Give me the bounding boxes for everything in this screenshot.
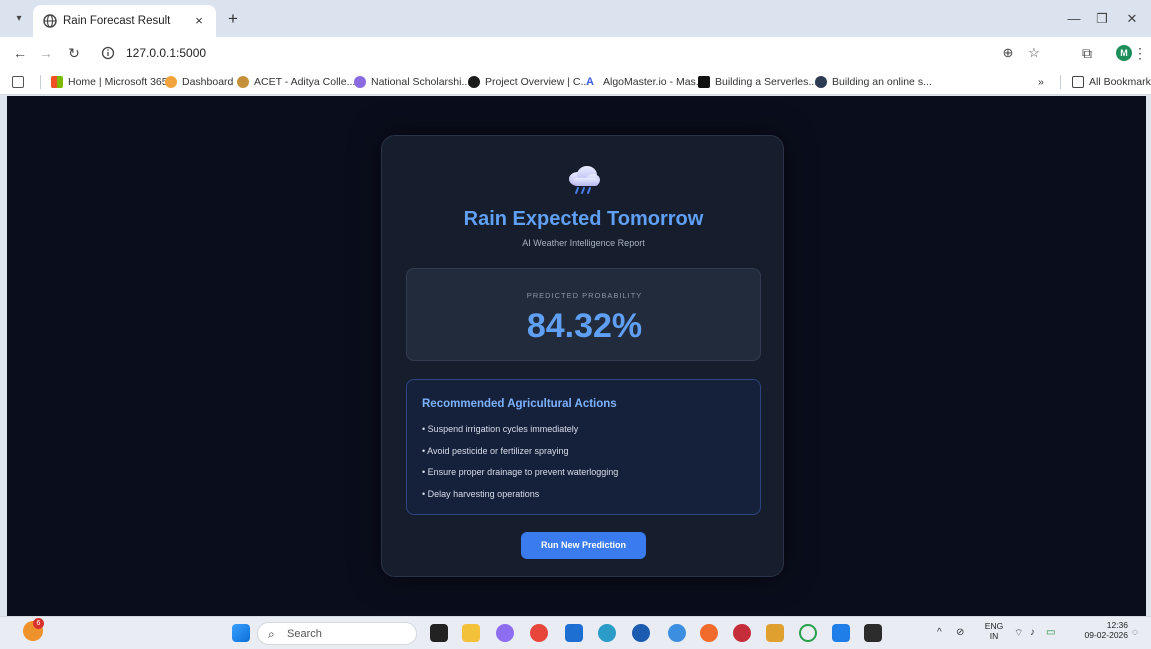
bookmarks-bar: Home | Microsoft 365 Dashboard ACET - Ad…	[0, 69, 1151, 95]
restore-icon[interactable]: ❐	[1090, 8, 1114, 30]
globe-icon	[43, 14, 57, 28]
notification-bell-icon[interactable]: ◌	[1132, 627, 1138, 638]
site-info-icon[interactable]	[100, 45, 116, 61]
browser-toolbar: ← → ↻ 127.0.0.1:5000 ⊕ ☆ ⧉ M ⋮	[0, 37, 1151, 69]
tab-search-chevron-icon[interactable]: ▾	[9, 9, 29, 29]
windows-taskbar: 6 ⌕ Search ^ ⊘ ENG IN ⌔ ♪ ▭ 12:36 09-02-…	[0, 616, 1151, 649]
profile-avatar[interactable]: M	[1116, 45, 1132, 61]
probability-value: 84.32%	[526, 307, 643, 345]
bookmark-divider	[1060, 75, 1061, 89]
weather-widget-icon[interactable]: 6	[23, 618, 44, 641]
page-subtitle: AI Weather Intelligence Report	[522, 238, 645, 248]
apps-grid-icon[interactable]	[12, 74, 29, 90]
wifi-icon[interactable]: ⌔	[1014, 627, 1023, 640]
battery-icon[interactable]: ▭	[1046, 627, 1055, 638]
list-item: • Ensure proper drainage to prevent wate…	[422, 467, 619, 477]
all-bookmarks[interactable]: All Bookmarks	[1072, 74, 1151, 90]
bookmark-star-icon[interactable]: ☆	[1024, 43, 1044, 63]
skype-icon[interactable]	[668, 624, 686, 642]
dashboard-icon	[165, 76, 177, 88]
bookmark-national-scholarship[interactable]: National Scholarshi...	[354, 74, 470, 90]
reload-icon[interactable]: ↻	[62, 41, 86, 65]
terminal-icon[interactable]	[864, 624, 882, 642]
devcpp-icon[interactable]	[733, 624, 751, 642]
college-logo-icon	[237, 76, 249, 88]
close-window-icon[interactable]: ✕	[1120, 8, 1144, 30]
status-app-icon[interactable]	[799, 624, 817, 642]
tab-close-icon[interactable]: ×	[190, 12, 208, 30]
firefox-icon[interactable]	[700, 624, 718, 642]
probability-label: PREDICTED PROBABILITY	[526, 291, 643, 300]
bookmark-divider	[40, 75, 41, 89]
bookmark-algomaster[interactable]: A AlgoMaster.io - Mas...	[586, 74, 705, 90]
recommendations-list: • Suspend irrigation cycles immediately …	[422, 423, 618, 509]
bookmark-dashboard[interactable]: Dashboard	[165, 74, 233, 90]
bookmarks-overflow-icon[interactable]: »	[1038, 74, 1044, 90]
search-placeholder: Search	[287, 628, 322, 640]
file-explorer-icon[interactable]	[462, 624, 480, 642]
bookmark-microsoft-365[interactable]: Home | Microsoft 365	[51, 74, 168, 90]
new-tab-button[interactable]: +	[222, 8, 244, 30]
volume-icon[interactable]: ♪	[1030, 627, 1035, 638]
tab-title: Rain Forecast Result	[63, 15, 171, 27]
tab-strip: ▾ Rain Forecast Result × + — ❐ ✕	[0, 0, 1151, 37]
bookmark-project-overview[interactable]: Project Overview | C...	[468, 74, 589, 90]
rain-cloud-icon	[569, 166, 600, 194]
input-language[interactable]: ENG IN	[983, 621, 1005, 641]
task-view-icon[interactable]	[430, 624, 448, 642]
vscode-icon[interactable]	[832, 624, 850, 642]
url-text[interactable]: 127.0.0.1:5000	[126, 46, 206, 60]
minimize-icon[interactable]: —	[1062, 8, 1086, 30]
notification-badge: 6	[33, 618, 44, 629]
recommendations-panel: Recommended Agricultural Actions • Suspe…	[406, 379, 761, 515]
dev-icon	[698, 76, 710, 88]
start-windows-icon[interactable]	[232, 624, 250, 642]
address-bar[interactable]: 127.0.0.1:5000 ⊕ ☆	[96, 40, 1048, 66]
folder-icon	[1072, 76, 1084, 88]
taskbar-search[interactable]: ⌕ Search	[257, 622, 417, 645]
list-item: • Suspend irrigation cycles immediately	[422, 424, 579, 434]
active-tab[interactable]: Rain Forecast Result ×	[33, 5, 216, 37]
menu-dots-icon[interactable]: ⋮	[1132, 41, 1148, 65]
bookmark-serverless[interactable]: Building a Serverles...	[698, 74, 817, 90]
extensions-icon[interactable]: ⧉	[1075, 41, 1099, 65]
search-icon: ⌕	[268, 627, 275, 641]
edge-icon[interactable]	[598, 624, 616, 642]
github-icon	[815, 76, 827, 88]
scholarship-icon	[354, 76, 366, 88]
hp-icon[interactable]	[632, 624, 650, 642]
list-item: • Delay harvesting operations	[422, 488, 540, 499]
project-icon	[468, 76, 480, 88]
back-arrow-icon[interactable]: ←	[8, 41, 32, 65]
chrome-icon[interactable]	[530, 624, 548, 642]
algomaster-icon: A	[586, 76, 594, 88]
photos-icon[interactable]	[766, 624, 784, 642]
probability-panel: PREDICTED PROBABILITY 84.32%	[406, 268, 761, 361]
bookmark-acet[interactable]: ACET - Aditya Colle...	[237, 74, 355, 90]
forward-arrow-icon[interactable]: →	[34, 41, 58, 65]
recommendations-title: Recommended Agricultural Actions	[422, 398, 617, 410]
tray-chevron-up-icon[interactable]: ^	[937, 627, 942, 638]
list-item: • Avoid pesticide or fertilizer spraying	[422, 445, 569, 456]
microsoft-icon	[51, 76, 63, 88]
bookmark-online-store[interactable]: Building an online s...	[815, 74, 932, 90]
tray-hidden-icon[interactable]: ⊘	[956, 627, 964, 638]
result-card: Rain Expected Tomorrow AI Weather Intell…	[381, 135, 784, 577]
clock[interactable]: 12:36 09-02-2026	[1076, 620, 1128, 640]
run-new-prediction-button[interactable]: Run New Prediction	[521, 532, 646, 559]
zoom-icon[interactable]: ⊕	[998, 43, 1018, 63]
page-title: Rain Expected Tomorrow	[463, 208, 704, 230]
copilot-icon[interactable]	[496, 624, 514, 642]
store-icon[interactable]	[565, 624, 583, 642]
page-viewport: Rain Expected Tomorrow AI Weather Intell…	[7, 96, 1146, 616]
